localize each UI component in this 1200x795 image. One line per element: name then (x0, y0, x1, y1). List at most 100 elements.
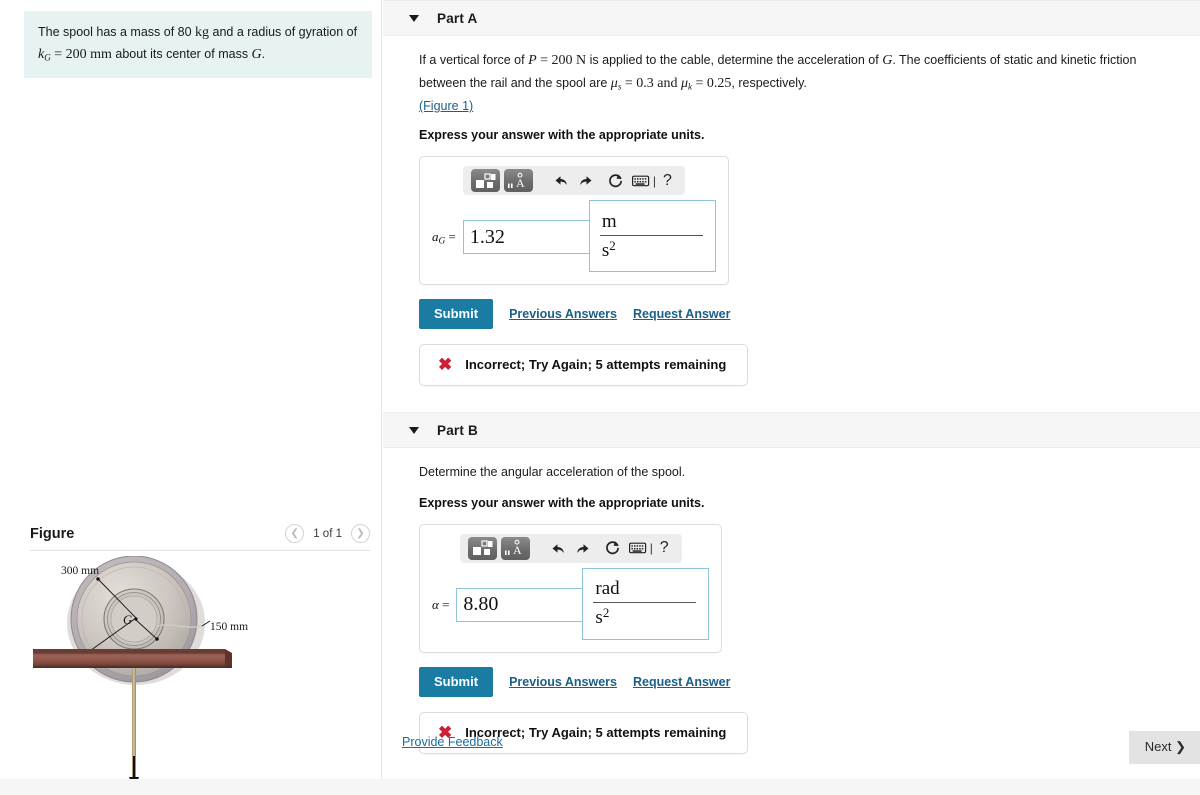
part-a-math-toolbar: A | ? (462, 166, 685, 196)
part-a-feedback-box: ✖ Incorrect; Try Again; 5 attempts remai… (419, 344, 749, 387)
problem-text-tail: about its center of mass (111, 46, 252, 61)
figure-1-link[interactable]: (Figure 1) (419, 99, 473, 113)
undo-arrow-icon[interactable] (546, 169, 574, 192)
equals-sign-a: = (448, 228, 456, 244)
figure-counter: 1 of 1 (313, 527, 342, 540)
part-b-label: Part B (437, 422, 478, 438)
next-button-label: Next (1144, 739, 1172, 754)
part-a-express: Express your answer with the appropriate… (419, 128, 705, 143)
part-b-unit-denominator: s2 (595, 605, 610, 628)
kg-value: = 200 (54, 46, 91, 62)
center-of-mass-symbol: G (251, 46, 262, 62)
figure-header: Figure ❮ 1 of 1 ❯ (30, 524, 370, 543)
bottom-strip (0, 779, 1200, 795)
figure-label-300mm: 300 mm (61, 565, 99, 577)
unit-mm: mm (90, 46, 112, 62)
part-a-feedback-text: Incorrect; Try Again; 5 attempts remaini… (465, 357, 727, 373)
part-b-answer-box: A | ? α = 8.80 rad s2 (419, 523, 723, 653)
part-a-label: Part A (437, 10, 478, 26)
part-b-submit-button[interactable]: Submit (419, 666, 494, 697)
redo-arrow-icon[interactable] (571, 537, 599, 560)
part-a-previous-answers-link[interactable]: Previous Answers (509, 307, 617, 321)
part-b-unit-input[interactable]: rad s2 (582, 567, 710, 640)
provide-feedback-link[interactable]: Provide Feedback (402, 735, 503, 749)
equals-sign-b: = (442, 596, 450, 612)
part-b-express: Express your answer with the appropriate… (419, 495, 705, 510)
figure-label-150mm: 150 mm (210, 621, 248, 633)
problem-statement: The spool has a mass of 80 kg and a radi… (24, 11, 372, 79)
units-angstrom-icon[interactable]: A (503, 169, 533, 193)
part-a-answer-label: aG = (432, 229, 456, 246)
units-angstrom-icon[interactable]: A (500, 536, 530, 560)
part-a-answer-box: A | ? aG = 1.32 m s2 (419, 156, 729, 286)
kg-subscript: G (44, 51, 51, 62)
next-button[interactable]: Next ❯ (1128, 731, 1200, 764)
chevron-right-icon: ❯ (1175, 739, 1186, 754)
undo-arrow-icon[interactable] (543, 537, 571, 560)
part-b-answer-input[interactable]: 8.80 (456, 587, 584, 622)
qa-pre: If a vertical force of (419, 53, 529, 67)
help-question-icon[interactable]: ? (658, 172, 677, 190)
unit-newton: N (576, 53, 587, 68)
fraction-bar-b (593, 602, 697, 604)
part-b-submit-row: Submit Previous Answers Request Answer (419, 666, 1182, 697)
figure-label-G: G (123, 613, 132, 627)
x-mark-icon: ✖ (438, 355, 453, 375)
part-a-header[interactable]: Part A (383, 0, 1200, 36)
qa-end: , respectively. (731, 75, 807, 90)
symbol-mu-k: μ (680, 75, 688, 91)
part-b-math-toolbar: A | ? (459, 533, 682, 563)
figure-navigation: ❮ 1 of 1 ❯ (285, 524, 370, 543)
fraction-bar-a (599, 234, 703, 236)
chevron-right-icon[interactable]: ❯ (351, 524, 370, 543)
part-b-equation-row: α = 8.80 rad s2 (432, 567, 710, 641)
left-figure-panel: The spool has a mass of 80 kg and a radi… (0, 0, 382, 795)
part-b-header[interactable]: Part B (383, 412, 1200, 449)
symbol-mu-s: μ (610, 75, 618, 91)
svg-text:A: A (516, 176, 525, 190)
value-mu-s: = 0.3 and (621, 75, 681, 91)
right-content-panel: Part A If a vertical force of P = 200 N … (383, 0, 1200, 795)
figure-divider (30, 550, 370, 551)
part-a-unit-numerator: m (601, 211, 617, 232)
reset-circle-icon[interactable] (599, 537, 627, 560)
math-template-icon[interactable] (467, 536, 497, 560)
part-a-unit-input[interactable]: m s2 (588, 200, 716, 273)
part-a-request-answer-link[interactable]: Request Answer (633, 307, 730, 321)
part-b-answer-label: α = (432, 597, 449, 613)
qa-mid: is applied to the cable, determine the a… (586, 53, 883, 67)
value-mu-k: = 0.25 (691, 75, 732, 91)
svg-text:A: A (513, 543, 522, 557)
text-cursor-icon: | (652, 173, 657, 188)
unit-kg: kg (195, 25, 210, 40)
caret-down-icon[interactable] (409, 14, 419, 22)
symbol-P: P (528, 53, 537, 68)
part-b-unit-numerator: rad (595, 578, 620, 600)
part-a-body: If a vertical force of P = 200 N is appl… (383, 36, 1200, 387)
problem-text-pre: The spool has a mass of 80 (38, 25, 196, 39)
part-a-answer-widget: A | ? aG = 1.32 m s2 Submit Previous Ans… (419, 156, 1182, 387)
part-a-answer-input[interactable]: 1.32 (462, 220, 590, 255)
part-b-question: Determine the angular acceleration of th… (419, 465, 686, 480)
part-a-question: If a vertical force of P = 200 N is appl… (419, 50, 1182, 95)
math-template-icon[interactable] (470, 169, 500, 193)
spool-diagram: 300 mm 150 mm G P (33, 556, 248, 795)
help-question-icon[interactable]: ? (655, 539, 674, 557)
part-a-equation-row: aG = 1.32 m s2 (432, 200, 716, 273)
part-a-submit-button[interactable]: Submit (419, 299, 494, 330)
caret-down-icon[interactable] (409, 426, 419, 434)
part-b-body: Determine the angular acceleration of th… (383, 448, 1200, 754)
keyboard-icon[interactable]: | (630, 169, 658, 192)
part-b-request-answer-link[interactable]: Request Answer (633, 675, 730, 689)
value-P: = 200 (536, 53, 577, 68)
redo-arrow-icon[interactable] (574, 169, 602, 192)
alpha-symbol: α (432, 596, 439, 612)
page-root: The spool has a mass of 80 kg and a radi… (0, 0, 1200, 795)
part-b-previous-answers-link[interactable]: Previous Answers (509, 675, 617, 689)
part-a-submit-row: Submit Previous Answers Request Answer (419, 299, 1182, 330)
reset-circle-icon[interactable] (602, 169, 630, 192)
chevron-left-icon[interactable]: ❮ (285, 524, 305, 543)
problem-period: . (261, 46, 266, 61)
keyboard-icon[interactable]: | (627, 537, 655, 560)
text-cursor-icon: | (649, 541, 653, 556)
